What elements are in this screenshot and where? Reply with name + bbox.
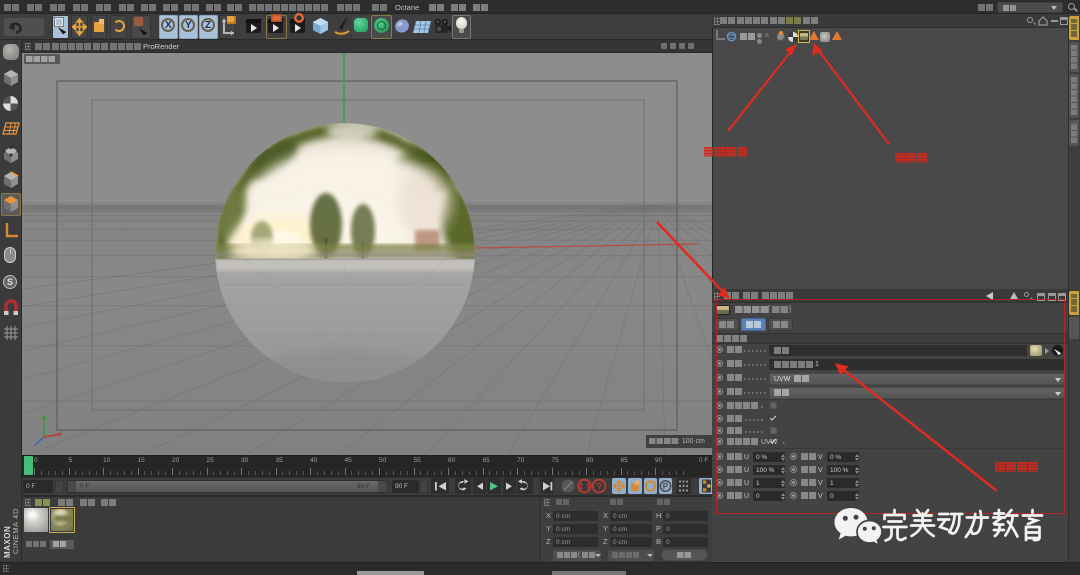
svg-text:P: P <box>663 482 669 491</box>
svg-text:?: ? <box>596 482 602 493</box>
